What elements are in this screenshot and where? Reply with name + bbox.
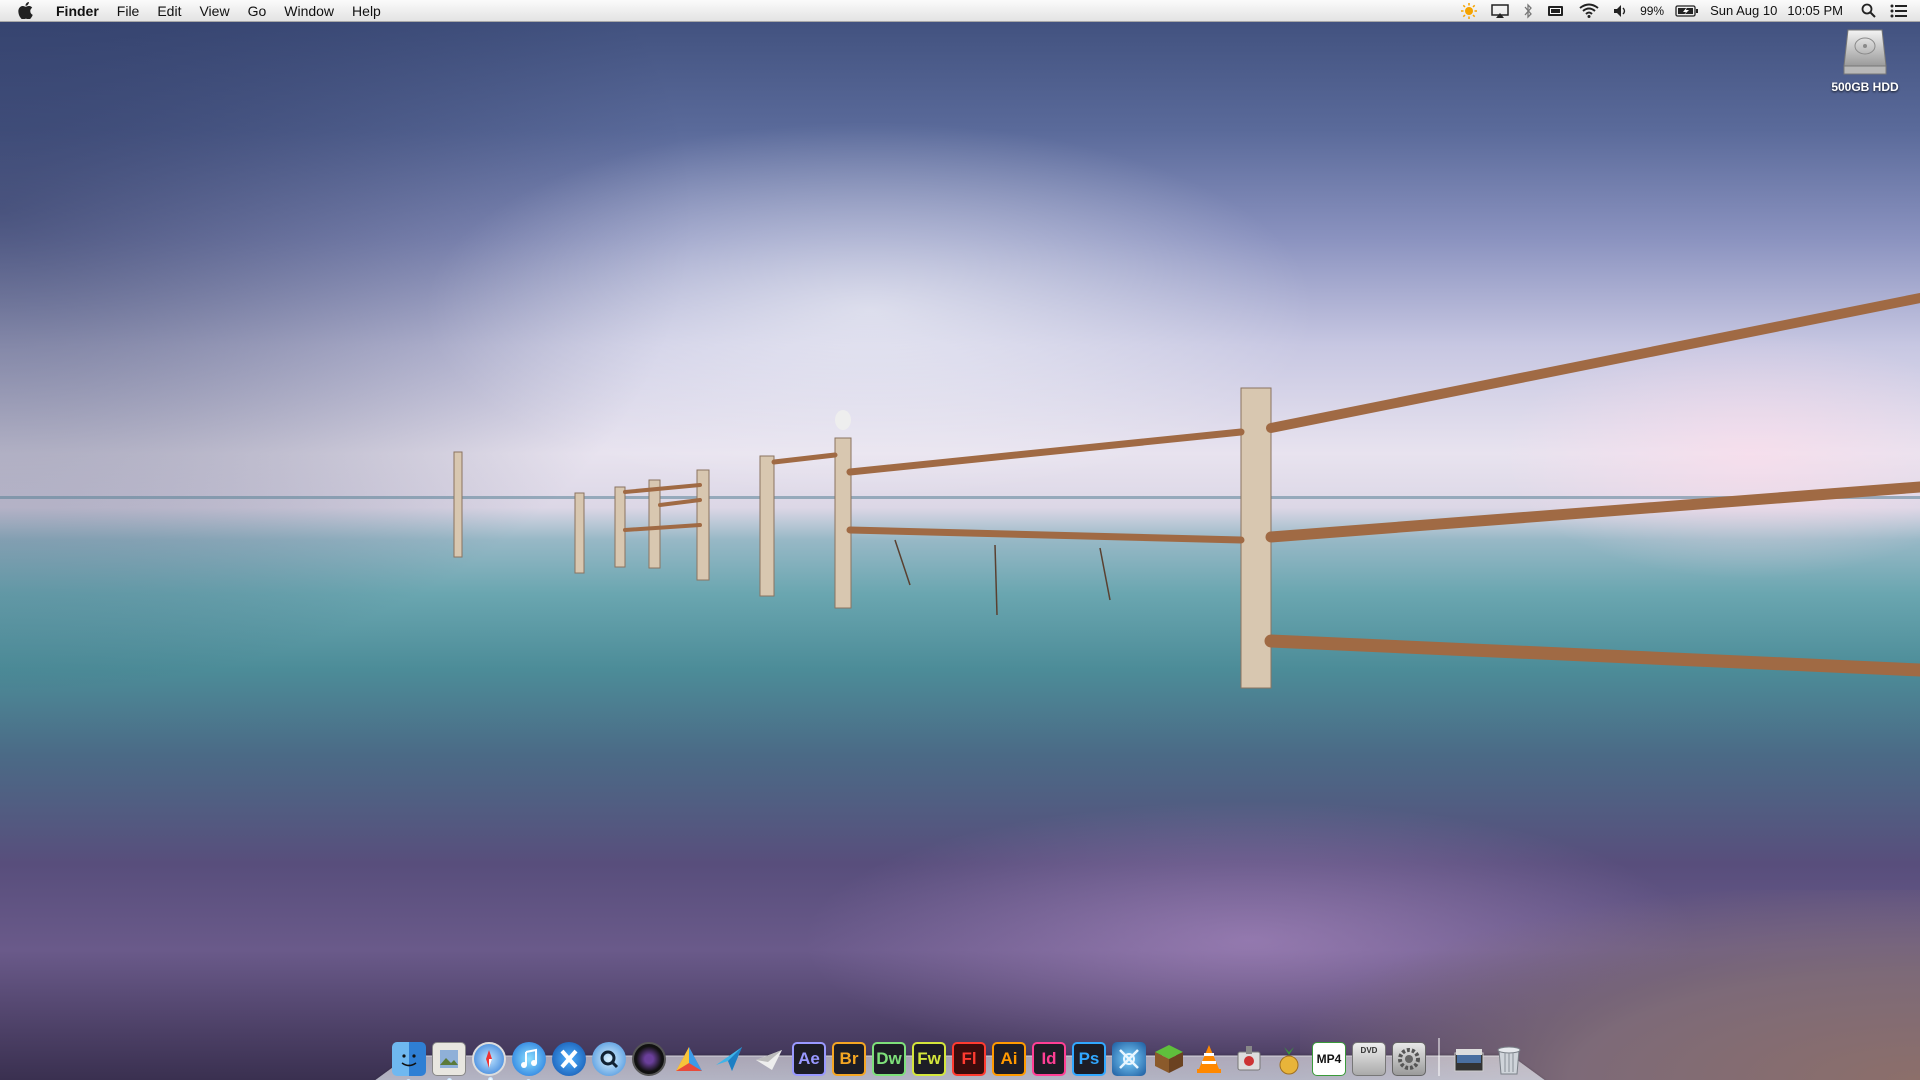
hard-drive-icon	[1843, 29, 1887, 75]
blue-tool-icon[interactable]	[1112, 1042, 1146, 1076]
seagull	[835, 410, 851, 430]
volume-icon[interactable]	[1613, 0, 1629, 22]
photoshop-icon[interactable]: Ps	[1072, 1042, 1106, 1076]
indesign-icon[interactable]: Id	[1032, 1042, 1066, 1076]
sun-icon[interactable]	[1461, 0, 1478, 22]
app-name-menu[interactable]: Finder	[56, 3, 99, 19]
utility-icon[interactable]	[1232, 1042, 1266, 1076]
after-effects-icon[interactable]: Ae	[792, 1042, 826, 1076]
bridge-icon[interactable]: Br	[832, 1042, 866, 1076]
wallpaper-fence	[453, 293, 1920, 689]
x-app-icon[interactable]	[552, 1042, 586, 1076]
menu-edit[interactable]: Edit	[157, 3, 181, 19]
menu-file[interactable]: File	[117, 3, 140, 19]
colorful-triangle-icon[interactable]	[672, 1042, 706, 1076]
blue-arrow-icon[interactable]	[712, 1042, 746, 1076]
fireworks-icon[interactable]: Fw	[912, 1042, 946, 1076]
disk-label: 500GB HDD	[1831, 80, 1899, 94]
battery-icon[interactable]	[1675, 0, 1699, 22]
quicktime-icon[interactable]	[592, 1042, 626, 1076]
bluetooth-icon[interactable]	[1523, 0, 1533, 22]
paper-plane-icon[interactable]	[752, 1042, 786, 1076]
dock-separator	[1438, 1038, 1440, 1076]
post	[834, 437, 852, 609]
battery-app-icon[interactable]	[1547, 0, 1565, 22]
menubar-date[interactable]: Sun Aug 10	[1710, 3, 1777, 18]
menu-view[interactable]: View	[199, 3, 229, 19]
menu-help[interactable]: Help	[352, 3, 381, 19]
post	[574, 492, 585, 574]
preview-icon[interactable]	[432, 1042, 466, 1080]
menu-window[interactable]: Window	[284, 3, 334, 19]
post	[648, 479, 661, 569]
apple-menu-icon[interactable]	[18, 2, 38, 19]
dock: Ae Br Dw Fw Fl Ai Id Ps MP4 DVD	[374, 1030, 1546, 1080]
post	[614, 486, 626, 568]
flash-icon[interactable]: Fl	[952, 1042, 986, 1076]
desktop: Finder File Edit View Go Window Help 99%…	[0, 0, 1920, 1080]
status-area: 99% Sun Aug 10 10:05 PM	[1454, 0, 1920, 22]
menu-bar: Finder File Edit View Go Window Help 99%…	[0, 0, 1920, 22]
wifi-icon[interactable]	[1579, 0, 1599, 22]
airplay-icon[interactable]	[1491, 0, 1509, 22]
menu-go[interactable]: Go	[248, 3, 267, 19]
finder-icon[interactable]	[392, 1042, 426, 1080]
pineapple-icon[interactable]	[1272, 1042, 1306, 1076]
spotlight-search-icon[interactable]	[1861, 0, 1876, 22]
system-preferences-icon[interactable]	[1392, 1042, 1426, 1076]
battery-percent[interactable]: 99%	[1640, 4, 1664, 18]
dreamweaver-icon[interactable]: Dw	[872, 1042, 906, 1076]
dvd-player-icon[interactable]: DVD	[1352, 1042, 1386, 1076]
post	[453, 451, 463, 558]
trash-icon[interactable]	[1492, 1042, 1526, 1076]
illustrator-icon[interactable]: Ai	[992, 1042, 1026, 1076]
safari-icon[interactable]	[472, 1042, 506, 1080]
itunes-icon[interactable]	[512, 1042, 546, 1080]
notification-center-icon[interactable]	[1890, 0, 1908, 22]
dock-icons: Ae Br Dw Fw Fl Ai Id Ps MP4 DVD	[392, 1030, 1532, 1080]
vlc-icon[interactable]	[1192, 1042, 1226, 1076]
camera-lens-icon[interactable]	[632, 1042, 666, 1076]
desktop-disk[interactable]: 500GB HDD	[1820, 26, 1910, 106]
menubar-clock[interactable]: 10:05 PM	[1787, 3, 1843, 18]
mp4-converter-icon[interactable]: MP4	[1312, 1042, 1346, 1076]
downloads-stack-icon[interactable]	[1452, 1042, 1486, 1076]
minecraft-icon[interactable]	[1152, 1042, 1186, 1076]
post	[759, 455, 775, 597]
